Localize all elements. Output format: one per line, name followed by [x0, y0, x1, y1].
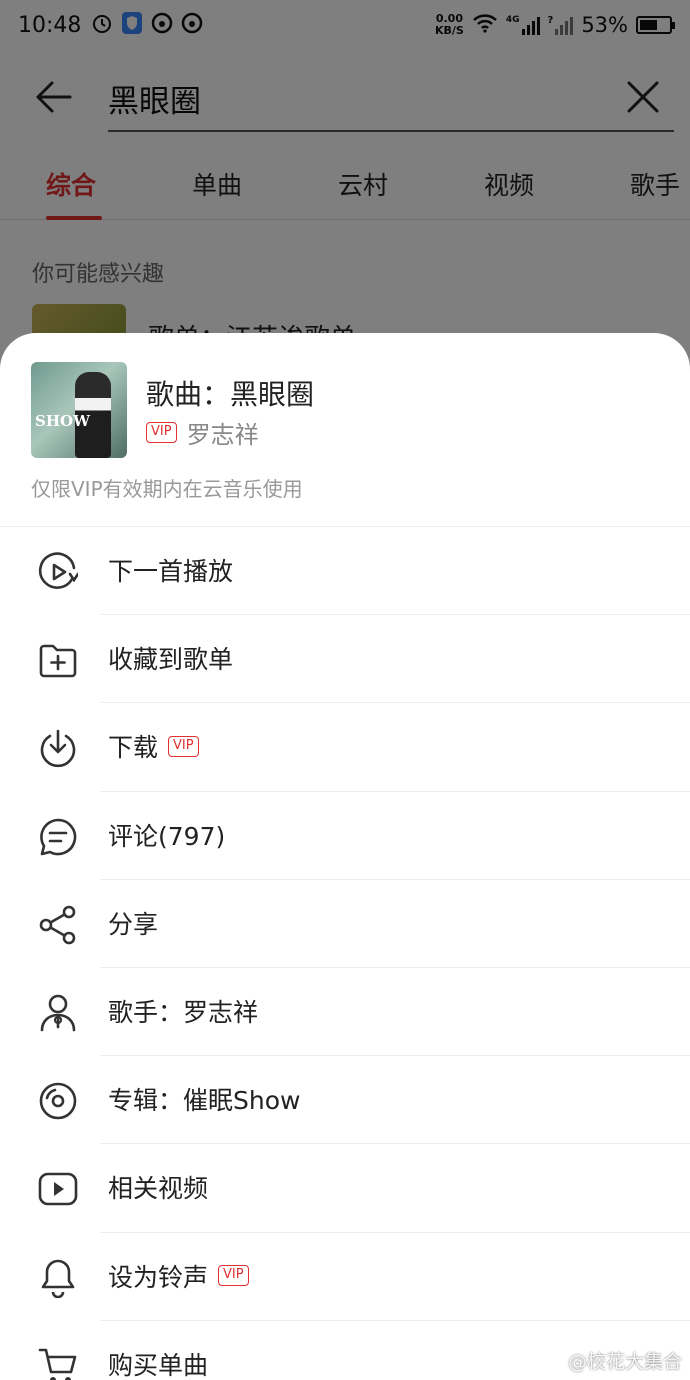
menu-item-share[interactable]: 分享 [0, 880, 690, 968]
album-cover: SHOW [31, 362, 127, 458]
vip-badge: VIP [146, 422, 177, 443]
menu-item-set-ringtone[interactable]: 设为铃声 VIP [0, 1233, 690, 1321]
play-next-icon [38, 552, 80, 592]
download-icon [38, 728, 78, 768]
menu-item-comments[interactable]: 评论(797) [0, 792, 690, 880]
song-header: SHOW 歌曲：黑眼圈 VIP 罗志祥 仅限VIP有效期内在云音乐使用 [0, 333, 690, 527]
song-options-sheet: SHOW 歌曲：黑眼圈 VIP 罗志祥 仅限VIP有效期内在云音乐使用 下一首播… [0, 333, 690, 1380]
vip-note: 仅限VIP有效期内在云音乐使用 [31, 477, 303, 501]
menu-item-artist[interactable]: 歌手：罗志祥 [0, 968, 690, 1057]
share-icon [38, 905, 78, 945]
watermark: @校花大集合 [540, 1347, 682, 1374]
video-icon [38, 1169, 78, 1209]
artist-icon [38, 993, 78, 1033]
bell-icon [38, 1258, 78, 1298]
add-folder-icon [38, 640, 78, 680]
vip-badge: VIP [168, 735, 199, 757]
menu-item-play-next[interactable]: 下一首播放 [0, 527, 690, 616]
weibo-icon [540, 1348, 564, 1373]
album-icon [38, 1081, 78, 1121]
comment-icon [38, 817, 78, 857]
menu-item-album[interactable]: 专辑：催眠Show [0, 1056, 690, 1145]
cart-icon [38, 1346, 78, 1380]
menu-item-related-video[interactable]: 相关视频 [0, 1144, 690, 1233]
menu-item-add-to-playlist[interactable]: 收藏到歌单 [0, 615, 690, 704]
song-title: 歌曲：黑眼圈 [146, 378, 315, 411]
song-subtitle: VIP 罗志祥 [146, 415, 259, 450]
song-artist[interactable]: 罗志祥 [187, 415, 259, 450]
song-menu: 下一首播放 收藏到歌单 下载 VIP 评论(797) 分享 歌手：罗志祥 专辑：… [0, 527, 690, 1380]
menu-item-download[interactable]: 下载 VIP [0, 703, 690, 792]
vip-badge: VIP [218, 1265, 249, 1286]
